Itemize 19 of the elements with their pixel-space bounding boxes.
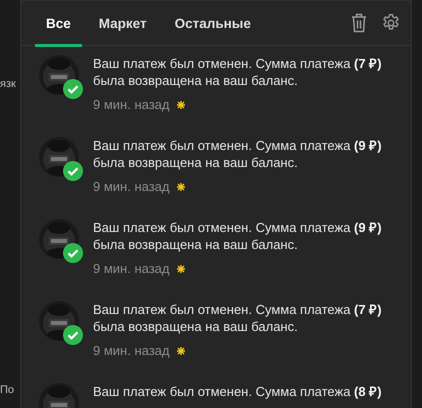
delete-button[interactable]	[349, 11, 369, 35]
background-text: По	[0, 382, 16, 398]
check-icon	[63, 161, 83, 181]
tab[interactable]: Маркет	[88, 2, 158, 47]
check-icon	[63, 325, 83, 345]
background-text: язк	[0, 77, 17, 92]
notification-text: Ваш платеж был отменен. Сумма платежа (7 ₽) была возвращена на ваш баланс.	[93, 301, 383, 335]
check-icon	[63, 79, 83, 99]
notification-text: Ваш платеж был отменен. Сумма платежа (8 ₽)	[93, 383, 382, 400]
timestamp: 9 мин. назад	[93, 96, 170, 114]
tab[interactable]: Остальные	[164, 2, 262, 47]
notification-text: Ваш платеж был отменен. Сумма платежа (9 ₽) была возвращена на ваш баланс.	[93, 219, 383, 253]
check-icon	[63, 243, 83, 263]
tab[interactable]: Все	[35, 2, 82, 47]
notification-text: Ваш платеж был отменен. Сумма платежа (7 ₽) была возвращена на ваш баланс.	[93, 55, 383, 89]
timestamp: 9 мин. назад	[93, 260, 170, 278]
timestamp: 9 мин. назад	[93, 342, 170, 360]
timestamp: 9 мин. назад	[93, 178, 170, 196]
notification-text: Ваш платеж был отменен. Сумма платежа (9 ₽) была возвращена на ваш баланс.	[93, 137, 383, 171]
